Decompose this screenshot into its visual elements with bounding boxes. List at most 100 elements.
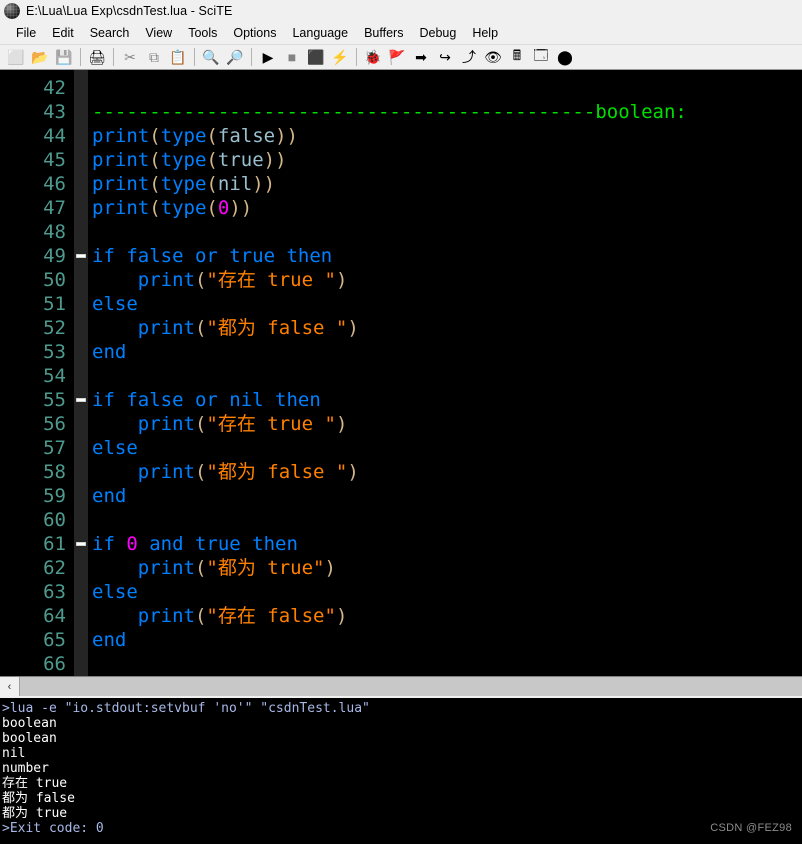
code-line: else xyxy=(92,580,802,604)
console-output-line: boolean xyxy=(2,731,57,746)
console-output-line: boolean xyxy=(2,716,57,731)
token-id: type xyxy=(160,173,207,195)
line-number: 66 xyxy=(43,653,66,675)
scroll-left-arrow-icon[interactable]: ‹ xyxy=(0,677,20,696)
build-icon[interactable]: ⚡ xyxy=(328,46,352,68)
tool-bar: ⬜ 📂 💾 🖨 ✂ ⧉ 📋 🔍 🔎 ▶ ■ ⬛ ⚡ 🐞 🚩 ➡ ↪ ⤴ 👁 🖩 🗔 ⬤ xyxy=(0,44,802,70)
fold-minus-icon[interactable] xyxy=(74,244,88,268)
console-icon[interactable]: ⬛ xyxy=(304,46,328,68)
step-over-icon[interactable]: ↪ xyxy=(433,46,457,68)
menu-item-file[interactable]: File xyxy=(8,24,44,43)
token-punc: )) xyxy=(263,149,287,171)
export-window-icon[interactable]: 🗔 xyxy=(529,46,553,68)
token-punc: ( xyxy=(194,269,207,291)
menu-item-options[interactable]: Options xyxy=(225,24,284,43)
print-icon[interactable]: 🖨 xyxy=(85,46,109,68)
debug-stop-icon[interactable]: ⬤ xyxy=(553,46,577,68)
code-line: ----------------------------------------… xyxy=(92,100,802,124)
line-number: 54 xyxy=(43,365,66,387)
token-id: print xyxy=(137,605,195,627)
debug-start-icon[interactable]: 🐞 xyxy=(361,46,385,68)
code-line: end xyxy=(92,628,802,652)
menu-item-view[interactable]: View xyxy=(137,24,180,43)
open-file-icon[interactable]: 📂 xyxy=(28,46,52,68)
horizontal-scrollbar[interactable]: ‹ xyxy=(0,676,802,696)
fold-minus-glyph[interactable] xyxy=(76,398,86,402)
menu-item-buffers[interactable]: Buffers xyxy=(356,24,411,43)
menu-item-help[interactable]: Help xyxy=(464,24,506,43)
step-out-icon[interactable]: ⤴ xyxy=(457,46,481,68)
window-title: E:\Lua\Lua Exp\csdnTest.lua - SciTE xyxy=(26,4,233,18)
fold-empty xyxy=(74,220,88,244)
token-punc: ) xyxy=(347,461,359,483)
line-number: 48 xyxy=(43,221,66,243)
code-text-area[interactable]: ----------------------------------------… xyxy=(88,70,802,676)
token-id: print xyxy=(92,125,150,147)
find-icon[interactable]: 🔍 xyxy=(199,46,223,68)
watch-icon[interactable]: 👁 xyxy=(481,46,505,68)
fold-empty xyxy=(74,364,88,388)
replace-icon[interactable]: 🔎 xyxy=(223,46,247,68)
paste-icon[interactable]: 📋 xyxy=(166,46,190,68)
code-line: print(type(false)) xyxy=(92,124,802,148)
output-console[interactable]: >lua -e "io.stdout:setvbuf 'no'" "csdnTe… xyxy=(0,696,802,844)
toolbar-separator xyxy=(194,48,195,66)
breakpoint-icon[interactable]: 🚩 xyxy=(385,46,409,68)
fold-minus-glyph[interactable] xyxy=(76,254,86,258)
menu-item-debug[interactable]: Debug xyxy=(411,24,464,43)
line-number: 50 xyxy=(43,269,66,291)
menu-item-edit[interactable]: Edit xyxy=(44,24,82,43)
line-number: 58 xyxy=(43,461,66,483)
fold-empty xyxy=(74,148,88,172)
console-output-line: 存在 true xyxy=(2,776,68,791)
token-punc: )) xyxy=(275,125,298,147)
new-file-icon[interactable]: ⬜ xyxy=(4,46,28,68)
code-line: print("都为 false ") xyxy=(92,460,802,484)
fold-minus-icon[interactable] xyxy=(74,388,88,412)
token-kw: end xyxy=(92,341,127,363)
run-icon[interactable]: ▶ xyxy=(256,46,280,68)
menu-item-search[interactable]: Search xyxy=(82,24,138,43)
stop-icon: ■ xyxy=(287,49,297,65)
fold-empty xyxy=(74,604,88,628)
line-number: 45 xyxy=(43,149,66,171)
fold-empty xyxy=(74,76,88,100)
save-file-icon: 💾 xyxy=(55,48,73,65)
token-punc: ( xyxy=(149,173,161,195)
console-output-line: number xyxy=(2,761,49,776)
token-literal: false xyxy=(217,125,276,147)
token-punc: ( xyxy=(194,605,207,627)
scrollbar-track[interactable] xyxy=(20,677,802,696)
line-number: 51 xyxy=(43,293,66,315)
code-editor[interactable]: 42 43 44 45 46 47 48 49 50 51 52 53 54 55 56 57 58 59 60 61… xyxy=(0,70,802,676)
line-number: 49 xyxy=(43,245,66,267)
token-id: print xyxy=(137,269,195,291)
fold-empty xyxy=(74,292,88,316)
code-line: else xyxy=(92,292,802,316)
token-punc: )) xyxy=(252,173,276,195)
fold-margin[interactable] xyxy=(74,70,88,676)
token-id: print xyxy=(137,557,195,579)
fold-minus-icon[interactable] xyxy=(74,532,88,556)
line-number: 65 xyxy=(43,629,66,651)
step-into-icon[interactable]: ➡ xyxy=(409,46,433,68)
toolbar-separator xyxy=(356,48,357,66)
token-str: "存在 true " xyxy=(206,413,336,435)
token-kw: and true then xyxy=(137,533,298,555)
token-kw: if false or true then xyxy=(92,245,333,267)
calculator-icon[interactable]: 🖩 xyxy=(505,46,529,68)
code-line: if false or nil then xyxy=(92,388,802,412)
menu-item-language[interactable]: Language xyxy=(284,24,356,43)
code-line: print("都为 true") xyxy=(92,556,802,580)
line-number: 57 xyxy=(43,437,66,459)
token-num: 0 xyxy=(217,197,230,219)
token-id: print xyxy=(92,173,150,195)
fold-minus-glyph[interactable] xyxy=(76,542,86,546)
line-number: 44 xyxy=(43,125,66,147)
menu-item-tools[interactable]: Tools xyxy=(180,24,225,43)
fold-empty xyxy=(74,100,88,124)
